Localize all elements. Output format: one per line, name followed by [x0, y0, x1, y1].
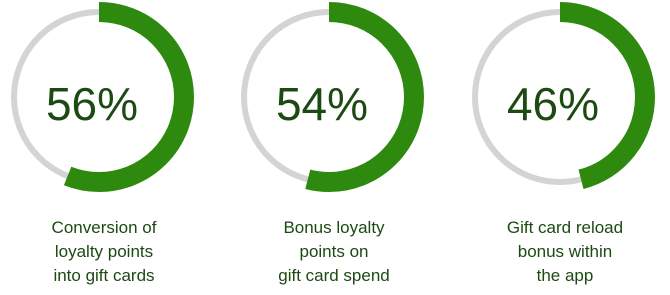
gauge-reload-bonus: 46% Gift card reload bonus within the ap… — [465, 0, 665, 295]
gauge-label-line: into gift cards — [53, 266, 155, 285]
gauge-ring: 56% — [4, 2, 194, 192]
gauge-label: Conversion of loyalty points into gift c… — [4, 216, 204, 288]
gauge-percent: 54% — [276, 78, 368, 130]
gauge-label-line: gift card spend — [278, 266, 390, 285]
gauge-label-line: Bonus loyalty — [283, 218, 385, 237]
gauge-percent: 46% — [507, 78, 599, 130]
gauge-label: Bonus loyalty points on gift card spend — [234, 216, 434, 288]
gauge-conversion: 56% Conversion of loyalty points into gi… — [4, 0, 204, 295]
gauge-bonus-points: 54% Bonus loyalty points on gift card sp… — [234, 0, 434, 295]
gauge-ring: 54% — [234, 2, 424, 192]
gauge-label-line: the app — [536, 266, 594, 285]
gauge-label-line: bonus within — [517, 242, 613, 261]
gauge-label-line: Gift card reload — [506, 218, 624, 237]
gauge-chart: 56% Conversion of loyalty points into gi… — [0, 0, 670, 295]
gauge-label-line: loyalty points — [54, 242, 154, 261]
gauge-label-line: Conversion of — [51, 218, 157, 237]
gauge-percent: 56% — [46, 78, 138, 130]
gauge-label-line: points on — [299, 242, 369, 261]
gauge-ring: 46% — [465, 2, 655, 192]
gauge-label: Gift card reload bonus within the app — [465, 216, 665, 288]
